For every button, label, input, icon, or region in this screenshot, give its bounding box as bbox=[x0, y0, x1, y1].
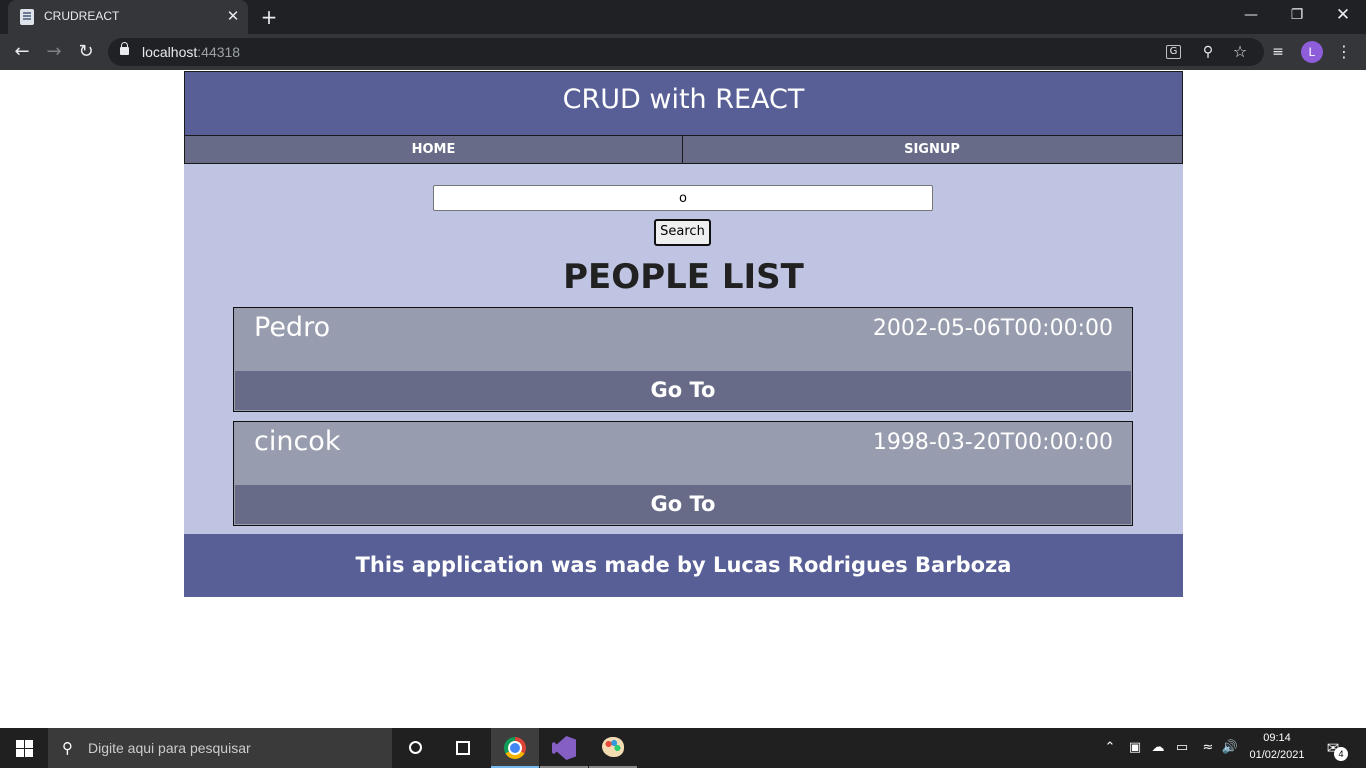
window-close-button[interactable]: ✕ bbox=[1320, 0, 1366, 30]
app-header: CRUD with REACT bbox=[184, 71, 1183, 136]
search-icon: ⚲ bbox=[62, 739, 73, 757]
network-icon[interactable]: ≈ bbox=[1198, 738, 1218, 758]
search-input[interactable] bbox=[433, 185, 933, 211]
go-to-button[interactable]: Go To bbox=[235, 371, 1131, 410]
url-port: :44318 bbox=[197, 44, 241, 60]
bookmark-star-icon[interactable]: ☆ bbox=[1230, 43, 1250, 61]
app-nav: HOME SIGNUP bbox=[184, 135, 1183, 164]
address-bar[interactable]: localhost:44318 G ⚲ ☆ bbox=[108, 38, 1264, 66]
paint-icon[interactable] bbox=[589, 728, 637, 768]
meet-now-icon[interactable]: ▣ bbox=[1125, 738, 1145, 758]
go-to-button[interactable]: Go To bbox=[235, 485, 1131, 524]
browser-tab[interactable]: CRUDREACT ✕ bbox=[8, 0, 248, 34]
person-date: 2002-05-06T00:00:00 bbox=[872, 316, 1113, 341]
url-host: localhost bbox=[142, 44, 198, 60]
tab-title: CRUDREACT bbox=[44, 9, 120, 23]
new-tab-button[interactable]: + bbox=[258, 6, 280, 28]
battery-icon[interactable]: ▭ bbox=[1172, 738, 1192, 758]
person-card: cincok 1998-03-20T00:00:00 Go To bbox=[233, 421, 1133, 526]
app-title: CRUD with REACT bbox=[562, 84, 805, 115]
windows-taskbar: ⚲ Digite aqui para pesquisar ⌃ ▣ ☁ ▭ ≈ 🔊… bbox=[0, 728, 1366, 768]
clock-time[interactable]: 09:14 bbox=[1248, 732, 1306, 744]
person-name: cincok bbox=[254, 426, 341, 457]
translate-icon[interactable]: G bbox=[1166, 45, 1181, 59]
browser-tab-bar: CRUDREACT ✕ + — ❐ ✕ bbox=[0, 0, 1366, 34]
person-card: Pedro 2002-05-06T00:00:00 Go To bbox=[233, 307, 1133, 412]
forward-arrow-icon[interactable]: → bbox=[41, 39, 67, 65]
lock-icon[interactable] bbox=[120, 42, 129, 55]
task-view-icon[interactable] bbox=[440, 728, 488, 768]
tray-chevron-up-icon[interactable]: ⌃ bbox=[1100, 738, 1120, 758]
tab-close-icon[interactable]: ✕ bbox=[224, 7, 242, 25]
start-pane bbox=[16, 749, 24, 757]
start-pane bbox=[25, 740, 33, 748]
app-footer: This application was made by Lucas Rodri… bbox=[184, 534, 1183, 597]
window-minimize-button[interactable]: — bbox=[1228, 0, 1274, 30]
window-restore-button[interactable]: ❐ bbox=[1274, 0, 1320, 30]
clock-date[interactable]: 01/02/2021 bbox=[1244, 749, 1310, 761]
chrome-center bbox=[508, 741, 522, 755]
people-list-title: PEOPLE LIST bbox=[563, 257, 804, 297]
app-container: CRUD with REACT HOME SIGNUP Search PEOPL… bbox=[184, 71, 1183, 597]
taskbar-search-placeholder: Digite aqui para pesquisar bbox=[88, 740, 251, 756]
browser-toolbar: ← → ↻ localhost:44318 G ⚲ ☆ ≡ L ⋮ bbox=[0, 34, 1366, 70]
visual-studio-logo bbox=[552, 736, 576, 760]
search-button[interactable]: Search bbox=[654, 219, 711, 246]
zoom-icon[interactable]: ⚲ bbox=[1198, 43, 1218, 61]
url-text[interactable]: localhost:44318 bbox=[142, 44, 240, 60]
nav-home-link[interactable]: HOME bbox=[185, 136, 683, 163]
person-name: Pedro bbox=[254, 312, 331, 343]
start-pane bbox=[16, 740, 24, 748]
taskbar-search-box[interactable]: ⚲ Digite aqui para pesquisar bbox=[48, 728, 392, 768]
cortana-icon[interactable] bbox=[392, 728, 440, 768]
footer-credit: This application was made by Lucas Rodri… bbox=[355, 553, 1012, 577]
profile-avatar[interactable]: L bbox=[1301, 41, 1323, 63]
back-arrow-icon[interactable]: ← bbox=[9, 39, 35, 65]
onedrive-cloud-icon[interactable]: ☁ bbox=[1148, 738, 1168, 758]
chrome-icon[interactable] bbox=[491, 728, 539, 768]
volume-icon[interactable]: 🔊 bbox=[1220, 738, 1240, 758]
reload-icon[interactable]: ↻ bbox=[73, 39, 99, 65]
start-pane bbox=[25, 749, 33, 757]
paint-palette bbox=[602, 737, 624, 757]
notification-count-badge: 4 bbox=[1334, 747, 1348, 761]
windows-start-icon[interactable] bbox=[0, 728, 48, 768]
more-vert-icon[interactable]: ⋮ bbox=[1336, 42, 1352, 62]
media-queue-icon[interactable]: ≡ bbox=[1268, 44, 1288, 60]
visual-studio-icon[interactable] bbox=[540, 728, 588, 768]
page-favicon-icon bbox=[20, 9, 34, 25]
nav-signup-link[interactable]: SIGNUP bbox=[683, 136, 1181, 163]
person-date: 1998-03-20T00:00:00 bbox=[872, 430, 1113, 455]
